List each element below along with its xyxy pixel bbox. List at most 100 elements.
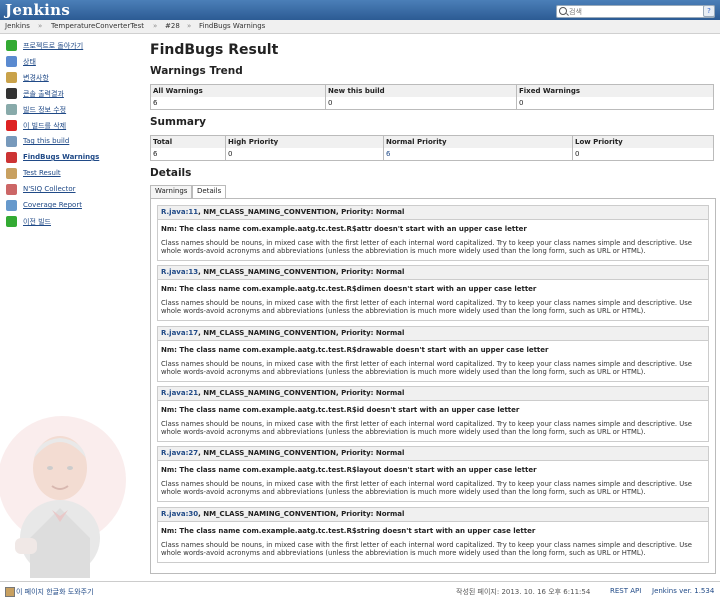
sidebar-item-label[interactable]: 콘솔 출력결과 — [23, 89, 64, 99]
warning-description: Class names should be nouns, in mixed ca… — [161, 299, 692, 316]
sidebar-item[interactable]: Coverage Report — [6, 200, 136, 214]
save-icon — [6, 136, 17, 147]
trend-header: All Warnings — [150, 84, 326, 97]
warning-file-link[interactable]: R.java:17 — [161, 329, 198, 337]
warning-header: R.java:13, NM_CLASS_NAMING_CONVENTION, P… — [158, 266, 708, 281]
graph-icon — [6, 184, 17, 195]
translate-link[interactable]: 이 페이지 한글화 도와주기 — [16, 587, 94, 597]
sidebar-item-label[interactable]: 변경사항 — [23, 73, 49, 83]
warning-file-link[interactable]: R.java:30 — [161, 510, 198, 518]
footer: 이 페이지 한글화 도와주기 작성된 페이지: 2013. 10. 16 오후 … — [0, 581, 720, 613]
left-arrow-icon — [6, 216, 17, 227]
warning-message: Nm: The class name com.example.aatg.tc.t… — [161, 285, 537, 294]
summary-header: Total — [150, 135, 226, 148]
warning-category: , NM_CLASS_NAMING_CONVENTION, Priority: … — [198, 449, 405, 458]
sidebar-item[interactable]: 변경사항 — [6, 72, 136, 86]
sidebar-item[interactable]: Test Result — [6, 168, 136, 182]
breadcrumb-build[interactable]: #28 — [165, 22, 180, 30]
sidebar-item[interactable]: FindBugs Warnings — [6, 152, 136, 166]
warning-file-link[interactable]: R.java:27 — [161, 449, 198, 457]
sidebar-item[interactable]: 이전 빌드 — [6, 216, 136, 230]
warning-item: R.java:30, NM_CLASS_NAMING_CONVENTION, P… — [157, 506, 709, 563]
trend-header: Fixed Warnings — [516, 84, 714, 97]
search-input[interactable] — [569, 6, 689, 17]
summary-cell-link[interactable]: 6 — [383, 148, 573, 161]
sidebar-item-label[interactable]: 프로젝트로 돌아가기 — [23, 41, 83, 51]
notepad-icon — [6, 104, 17, 115]
sidebar-item-label[interactable]: N'SIQ Collector — [23, 185, 76, 193]
summary-cell: 0 — [225, 148, 384, 161]
warning-file-link[interactable]: R.java:11 — [161, 208, 198, 216]
tab-warnings[interactable]: Warnings — [150, 185, 193, 199]
warning-item: R.java:11, NM_CLASS_NAMING_CONVENTION, P… — [157, 205, 709, 261]
summary-cell: 6 — [150, 148, 226, 161]
breadcrumb-separator: » — [38, 22, 43, 30]
breadcrumb-project[interactable]: TemperatureConverterTest — [51, 22, 144, 30]
sidebar-item-label[interactable]: Coverage Report — [23, 201, 82, 209]
warning-category: , NM_CLASS_NAMING_CONVENTION, Priority: … — [198, 268, 405, 277]
generated-timestamp: 작성된 페이지: 2013. 10. 16 오후 6:11:54 — [456, 588, 591, 596]
summary-table: Total High Priority Normal Priority Low … — [150, 135, 714, 161]
sidebar-item[interactable]: 상태 — [6, 56, 136, 70]
warning-header: R.java:17, NM_CLASS_NAMING_CONVENTION, P… — [158, 326, 708, 341]
trend-cell: 0 — [325, 97, 517, 110]
jenkins-butler-image — [0, 416, 126, 578]
normal-priority-link[interactable]: 6 — [386, 150, 390, 158]
warning-file-link[interactable]: R.java:13 — [161, 268, 198, 276]
summary-cell: 0 — [572, 148, 714, 161]
trend-cell: 0 — [516, 97, 714, 110]
sidebar-item-label[interactable]: 상태 — [23, 57, 36, 67]
warning-item: R.java:21, NM_CLASS_NAMING_CONVENTION, P… — [157, 385, 709, 442]
warning-category: , NM_CLASS_NAMING_CONVENTION, Priority: … — [198, 208, 405, 216]
warning-description: Class names should be nouns, in mixed ca… — [161, 239, 692, 255]
page-title: FindBugs Result — [150, 42, 279, 58]
sidebar-item-label[interactable]: Test Result — [23, 169, 61, 177]
warning-description: Class names should be nouns, in mixed ca… — [161, 540, 692, 557]
warning-message: Nm: The class name com.example.aatg.tc.t… — [161, 526, 536, 535]
up-arrow-icon — [6, 40, 17, 51]
breadcrumb-findbugs[interactable]: FindBugs Warnings — [199, 22, 265, 30]
summary-header: Normal Priority — [383, 135, 573, 148]
details-heading: Details — [150, 167, 192, 179]
bug-icon — [6, 152, 17, 163]
warning-category: , NM_CLASS_NAMING_CONVENTION, Priority: … — [198, 388, 405, 397]
warning-message: Nm: The class name com.example.aatg.tc.t… — [161, 225, 527, 233]
warning-category: , NM_CLASS_NAMING_CONVENTION, Priority: … — [198, 328, 405, 337]
breadcrumb: Jenkins » TemperatureConverterTest » #28… — [0, 20, 720, 34]
warning-header: R.java:27, NM_CLASS_NAMING_CONVENTION, P… — [158, 447, 708, 462]
sidebar-item[interactable]: N'SIQ Collector — [6, 184, 136, 198]
trend-header: New this build — [325, 84, 517, 97]
sidebar-item-label[interactable]: Tag this build — [23, 137, 69, 145]
breadcrumb-separator: » — [153, 22, 158, 30]
sidebar-item[interactable]: 콘솔 출력결과 — [6, 88, 136, 102]
warning-description: Class names should be nouns, in mixed ca… — [161, 419, 692, 436]
warning-category: , NM_CLASS_NAMING_CONVENTION, Priority: … — [198, 509, 405, 518]
sidebar-item-label[interactable]: 이 빌드를 삭제 — [23, 121, 66, 131]
sidebar-item[interactable]: 프로젝트로 돌아가기 — [6, 40, 136, 54]
clipboard-icon — [6, 168, 17, 179]
warning-item: R.java:13, NM_CLASS_NAMING_CONVENTION, P… — [157, 265, 709, 322]
sidebar-item-label[interactable]: FindBugs Warnings — [23, 153, 99, 161]
warning-message: Nm: The class name com.example.aatg.tc.t… — [161, 345, 549, 354]
warning-item: R.java:27, NM_CLASS_NAMING_CONVENTION, P… — [157, 446, 709, 503]
breadcrumb-jenkins[interactable]: Jenkins — [5, 22, 30, 30]
help-icon[interactable]: ? — [703, 5, 715, 17]
sidebar-item-label[interactable]: 이전 빌드 — [23, 217, 51, 227]
sidebar-item[interactable]: 이 빌드를 삭제 — [6, 120, 136, 134]
search-box[interactable] — [556, 5, 715, 18]
warning-file-link[interactable]: R.java:21 — [161, 389, 198, 397]
jenkins-version-link[interactable]: Jenkins ver. 1.534 — [652, 587, 714, 595]
warning-message: Nm: The class name com.example.aatg.tc.t… — [161, 405, 520, 414]
sidebar-item[interactable]: Tag this build — [6, 136, 136, 150]
rest-api-link[interactable]: REST API — [610, 587, 641, 595]
breadcrumb-separator: » — [187, 22, 192, 30]
summary-header: High Priority — [225, 135, 384, 148]
top-bar: Jenkins ? — [0, 0, 720, 20]
summary-header: Low Priority — [572, 135, 714, 148]
sidebar-item[interactable]: 빌드 정보 수정 — [6, 104, 136, 118]
warnings-trend-heading: Warnings Trend — [150, 65, 243, 77]
warning-message: Nm: The class name com.example.aatg.tc.t… — [161, 466, 537, 475]
sidebar-item-label[interactable]: 빌드 정보 수정 — [23, 105, 66, 115]
jenkins-logo[interactable]: Jenkins — [5, 1, 70, 19]
tab-details[interactable]: Details — [192, 185, 227, 199]
